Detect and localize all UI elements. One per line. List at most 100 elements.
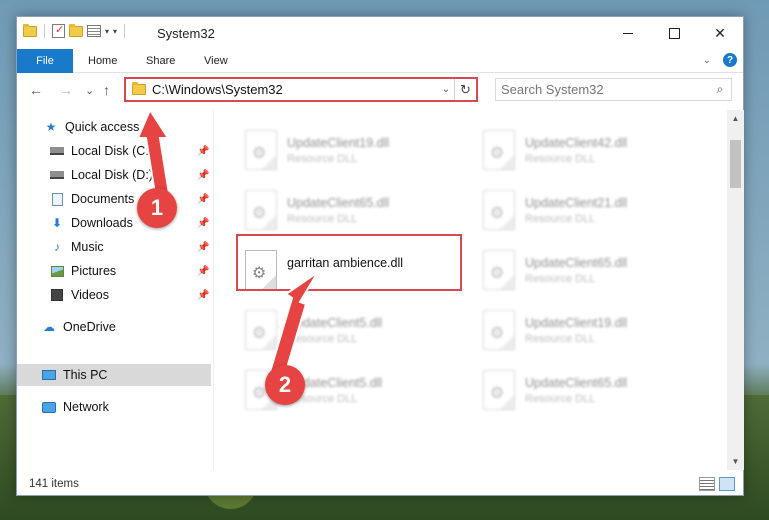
dll-file-icon <box>245 310 277 350</box>
minimize-button[interactable] <box>605 17 651 49</box>
folder-icon <box>23 23 37 37</box>
scroll-thumb[interactable] <box>730 140 741 188</box>
music-note-icon: ♪ <box>54 240 60 254</box>
scroll-up-icon[interactable]: ▲ <box>727 110 744 127</box>
pin-icon[interactable]: 📌 <box>197 194 209 205</box>
file-item[interactable]: UpdateClient65.dll Resource DLL <box>237 190 457 238</box>
file-name: UpdateClient19.dll <box>525 316 628 330</box>
pictures-icon <box>49 264 65 278</box>
navigation-pane: ★ Quick access Local Disk (C:) 📌 Local D… <box>17 110 213 470</box>
search-icon[interactable]: ⌕ <box>709 82 731 97</box>
sidebar-item-downloads[interactable]: ⬇ Downloads <box>49 212 133 234</box>
pin-icon[interactable]: 📌 <box>197 290 209 301</box>
address-dropdown-icon[interactable]: ⌄ <box>438 84 454 95</box>
file-item[interactable]: UpdateClient65.dll Resource DLL <box>475 250 695 298</box>
tab-share[interactable]: Share <box>146 49 175 73</box>
pane-divider[interactable] <box>213 110 214 470</box>
separator <box>124 24 126 38</box>
properties-check-icon[interactable] <box>52 23 65 38</box>
sidebar-item-onedrive[interactable]: ☁ OneDrive <box>41 316 116 338</box>
search-input[interactable] <box>501 82 709 97</box>
sidebar-item-label: Videos <box>71 288 109 302</box>
status-bar: 141 items <box>17 472 743 496</box>
ribbon-tabs: File Home Share View ⌄ ? <box>17 49 743 73</box>
file-type: Resource DLL <box>525 393 596 405</box>
sidebar-item-this-pc[interactable]: This PC <box>17 364 211 386</box>
file-item[interactable]: UpdateClient65.dll Resource DLL <box>475 370 695 418</box>
navigation-bar: ← → ⌄ ↑ C:\Windows\System32 ⌄ ↻ ⌕ <box>17 74 743 108</box>
sidebar-item-videos[interactable]: Videos <box>49 284 109 306</box>
file-item[interactable]: UpdateClient19.dll Resource DLL <box>475 310 695 358</box>
forward-button[interactable]: → <box>59 82 73 98</box>
hard-disk-icon <box>49 168 65 182</box>
ribbon-right-controls: ⌄ ? <box>703 53 737 67</box>
dll-file-icon <box>483 130 515 170</box>
sidebar-item-quick-access[interactable]: ★ Quick access <box>43 116 140 138</box>
sidebar-item-label: Network <box>63 400 109 414</box>
file-name: UpdateClient65.dll <box>525 256 628 270</box>
maximize-button[interactable] <box>651 17 697 49</box>
file-name: UpdateClient42.dll <box>525 136 628 150</box>
sidebar-item-label: Quick access <box>65 120 140 134</box>
hard-disk-icon <box>49 144 65 158</box>
sidebar-item-music[interactable]: ♪ Music <box>49 236 104 258</box>
folder-icon <box>132 82 146 95</box>
window-title: System32 <box>157 26 215 41</box>
highlight-box <box>236 234 462 291</box>
refresh-button[interactable]: ↻ <box>454 79 476 100</box>
new-folder-icon[interactable] <box>69 23 83 37</box>
separator <box>44 24 45 38</box>
step-2-badge: 2 <box>265 365 305 405</box>
recent-locations-button[interactable]: ⌄ <box>85 84 94 97</box>
tab-file[interactable]: File <box>17 49 73 73</box>
file-item[interactable]: UpdateClient19.dll Resource DLL <box>237 130 457 178</box>
help-icon[interactable]: ? <box>723 53 737 67</box>
details-view-icon[interactable] <box>699 477 715 491</box>
computer-icon <box>41 368 57 382</box>
sidebar-item-label: Local Disk (C:) <box>71 144 153 158</box>
customize-qat-icon[interactable]: ▾ <box>113 27 117 36</box>
search-box: ⌕ <box>495 78 732 101</box>
dll-file-icon <box>483 190 515 230</box>
title-bar: ▾ ▾ System32 ✕ <box>17 17 743 49</box>
file-name: UpdateClient19.dll <box>287 136 390 150</box>
pin-icon[interactable]: 📌 <box>197 242 209 253</box>
up-button[interactable]: ↑ <box>103 82 110 98</box>
file-type: Resource DLL <box>287 213 358 225</box>
tab-home[interactable]: Home <box>88 49 117 73</box>
collapse-ribbon-icon[interactable]: ⌄ <box>703 55 711 66</box>
properties-icon[interactable] <box>87 25 101 37</box>
sidebar-item-local-disk-c[interactable]: Local Disk (C:) <box>49 140 153 162</box>
tab-view[interactable]: View <box>204 49 228 73</box>
pin-icon[interactable]: 📌 <box>197 218 209 229</box>
address-bar[interactable]: C:\Windows\System32 ⌄ ↻ <box>124 77 478 102</box>
close-button[interactable]: ✕ <box>697 17 743 49</box>
scroll-down-icon[interactable]: ▼ <box>727 453 744 470</box>
qat-dropdown-icon[interactable]: ▾ <box>105 27 109 36</box>
large-icons-view-icon[interactable] <box>719 477 735 491</box>
sidebar-item-label: This PC <box>63 368 108 382</box>
file-item[interactable]: UpdateClient42.dll Resource DLL <box>475 130 695 178</box>
back-button[interactable]: ← <box>29 82 43 98</box>
pin-icon[interactable]: 📌 <box>197 146 209 157</box>
download-arrow-icon: ⬇ <box>51 216 63 230</box>
dll-file-icon <box>483 250 515 290</box>
sidebar-item-label: Downloads <box>71 216 133 230</box>
file-item[interactable]: UpdateClient21.dll Resource DLL <box>475 190 695 238</box>
file-item[interactable]: UpdateClient5.dll Resource DLL <box>237 310 457 358</box>
pin-icon[interactable]: 📌 <box>197 170 209 181</box>
sidebar-item-local-disk-d[interactable]: Local Disk (D:) <box>49 164 153 186</box>
sidebar-item-documents[interactable]: Documents <box>49 188 134 210</box>
address-path[interactable]: C:\Windows\System32 <box>152 82 438 97</box>
window-controls: ✕ <box>605 17 743 49</box>
star-icon: ★ <box>45 120 57 134</box>
file-type: Resource DLL <box>525 333 596 345</box>
pin-icon[interactable]: 📌 <box>197 266 209 277</box>
sidebar-item-pictures[interactable]: Pictures <box>49 260 116 282</box>
vertical-scrollbar[interactable]: ▲ ▼ <box>727 110 744 470</box>
quick-access-toolbar: ▾ ▾ <box>23 23 128 38</box>
dll-file-icon <box>483 310 515 350</box>
sidebar-item-network[interactable]: Network <box>41 396 109 418</box>
file-name: UpdateClient5.dll <box>287 316 383 330</box>
view-switcher <box>699 477 735 491</box>
